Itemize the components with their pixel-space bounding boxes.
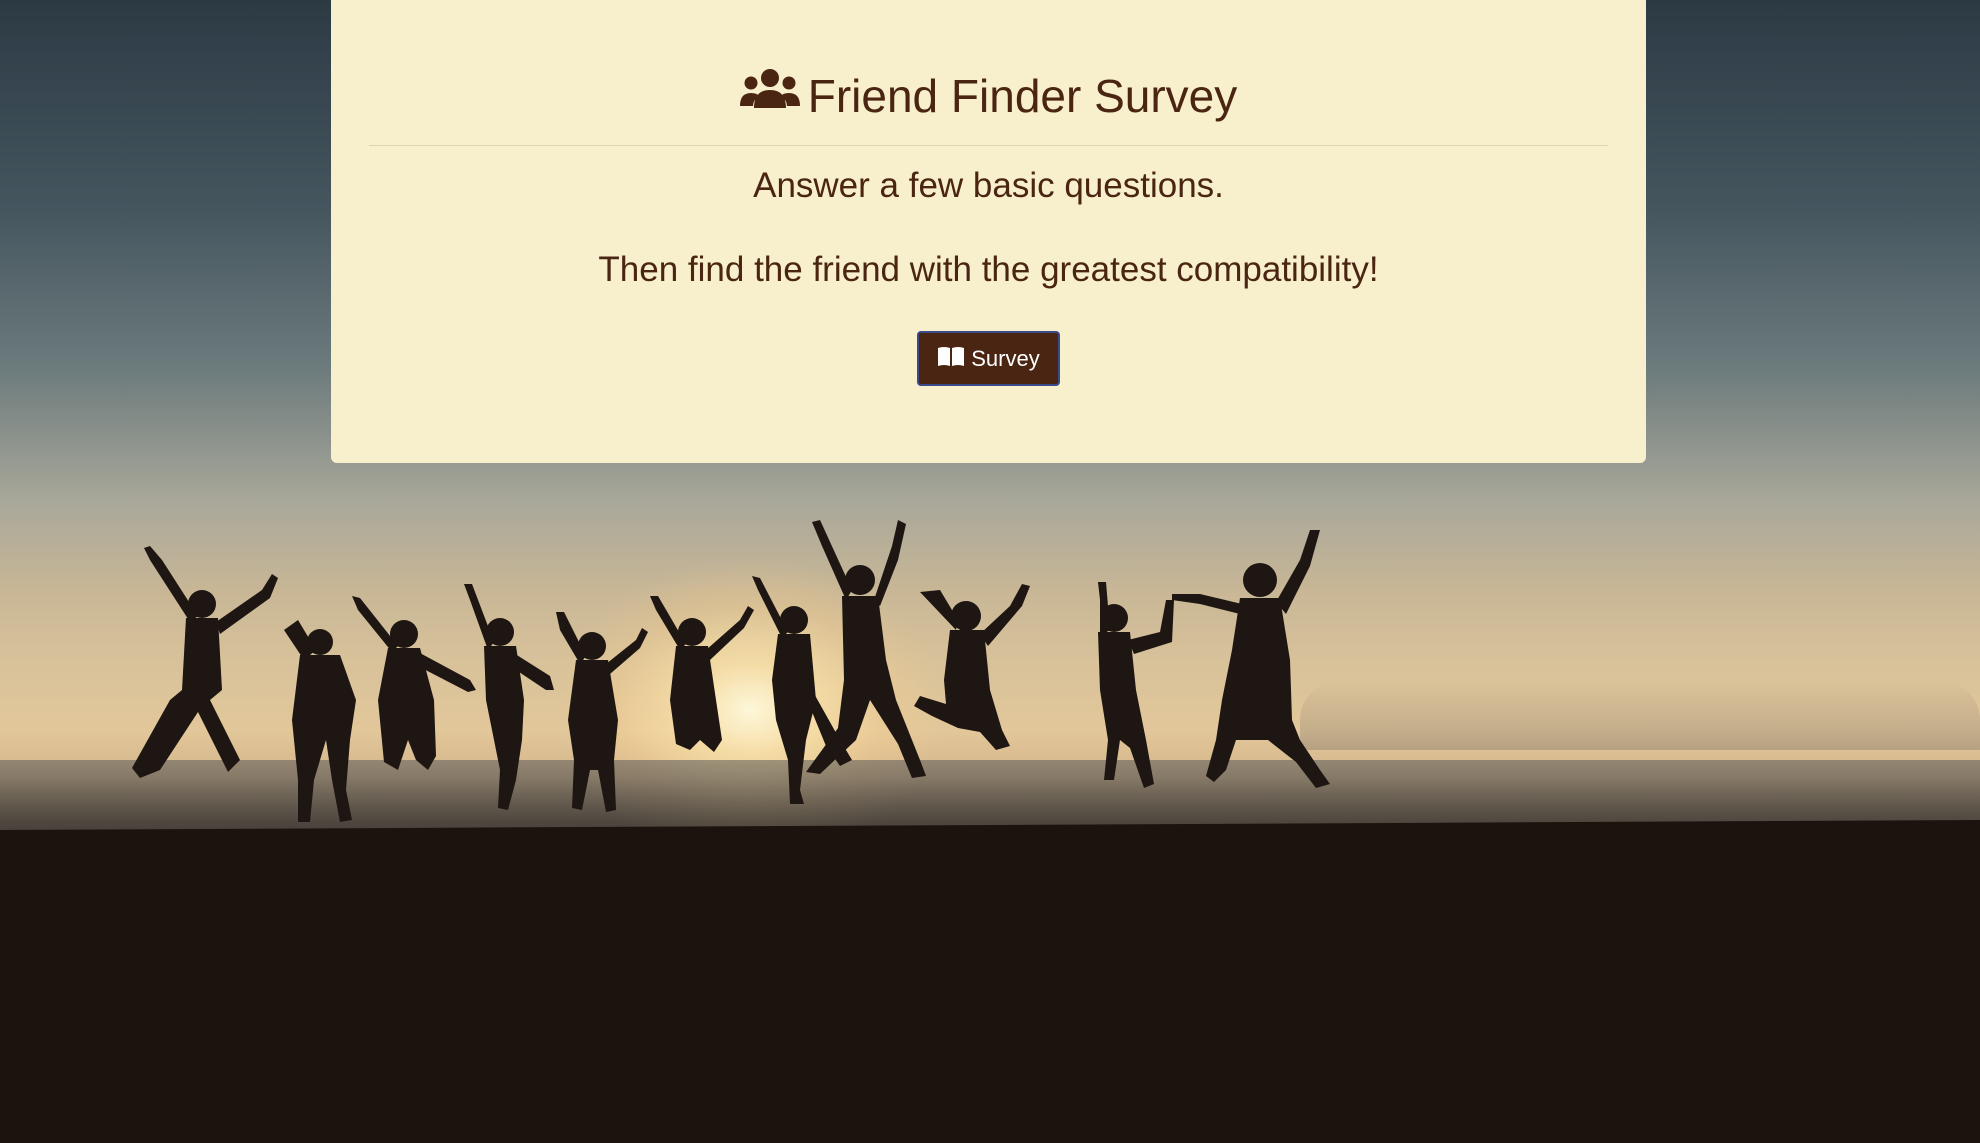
page-title-text: Friend Finder Survey <box>807 70 1238 122</box>
users-icon <box>739 68 800 124</box>
book-open-icon <box>937 345 965 373</box>
lead-line-2: Then find the friend with the greatest c… <box>598 250 1379 289</box>
survey-button-label: Survey <box>971 345 1040 371</box>
title-divider <box>369 145 1608 146</box>
page-title: Friend Finder Survey <box>331 68 1646 124</box>
jumbotron-card: Friend Finder Survey Answer a few basic … <box>331 0 1646 463</box>
lead-line-1: Answer a few basic questions. <box>753 166 1224 205</box>
survey-button[interactable]: Survey <box>917 331 1060 386</box>
